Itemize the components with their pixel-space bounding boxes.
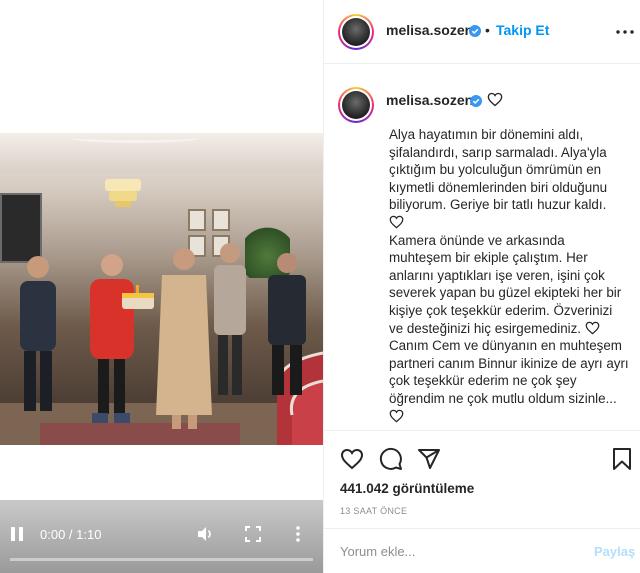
view-count[interactable]: 441.042 görüntüleme [340, 481, 474, 496]
comment-bar: Paylaş [324, 528, 640, 573]
person [268, 253, 306, 395]
post-sidebar: melisa.sozen • Takip Et melisa.sozen Aly… [323, 0, 640, 573]
comment-icon[interactable] [379, 447, 403, 471]
person [20, 256, 56, 411]
pause-icon[interactable] [10, 526, 24, 542]
chandelier [105, 179, 141, 207]
video-controls: 0:00 / 1:10 [0, 500, 323, 573]
video-ceiling [0, 133, 323, 173]
video-time: 0:00 / 1:10 [40, 527, 102, 542]
person [90, 254, 134, 423]
video-progress-bar[interactable] [10, 558, 313, 561]
header-separator: • [485, 22, 490, 38]
wall-art [212, 209, 230, 231]
caption-like-heart-icon[interactable] [487, 92, 503, 107]
volume-icon[interactable] [196, 525, 214, 543]
post-comment-button[interactable]: Paylaş [594, 544, 635, 559]
video-pane: 0:00 / 1:10 [0, 0, 323, 573]
post-timestamp[interactable]: 13 SAAT ÖNCE [340, 506, 407, 516]
save-bookmark-icon[interactable] [610, 447, 634, 471]
heart-emoji-icon [389, 215, 404, 229]
caption-avatar[interactable] [338, 87, 374, 123]
heart-emoji-icon [585, 321, 600, 334]
more-horizontal-icon[interactable] [616, 30, 634, 34]
caption-text: Alya hayatımın bir dönemini aldı, şifala… [389, 126, 629, 425]
follow-button[interactable]: Takip Et [496, 22, 549, 38]
caption-area: melisa.sozen Alya hayatımın bir dönemini… [324, 64, 640, 430]
caption-paragraph: Canım Cem ve dünyanın en muhteşem partne… [389, 338, 629, 406]
caption-username[interactable]: melisa.sozen [386, 92, 473, 108]
wall-art [188, 209, 206, 231]
comment-input[interactable] [340, 544, 570, 559]
person [214, 243, 246, 395]
heart-emoji-icon [389, 409, 404, 422]
verified-badge-icon [469, 25, 481, 37]
more-vertical-icon[interactable] [295, 525, 301, 543]
header-username[interactable]: melisa.sozen [386, 22, 473, 38]
like-heart-icon[interactable] [340, 447, 364, 471]
fullscreen-icon[interactable] [245, 526, 261, 542]
share-direct-icon[interactable] [417, 447, 441, 471]
person [156, 248, 212, 429]
avatar[interactable] [338, 14, 374, 50]
post-header: melisa.sozen • Takip Et [324, 0, 640, 64]
video-frame[interactable] [0, 133, 323, 445]
caption-paragraph: Alya hayatımın bir dönemini aldı, şifala… [389, 127, 608, 213]
verified-badge-icon [470, 95, 482, 107]
